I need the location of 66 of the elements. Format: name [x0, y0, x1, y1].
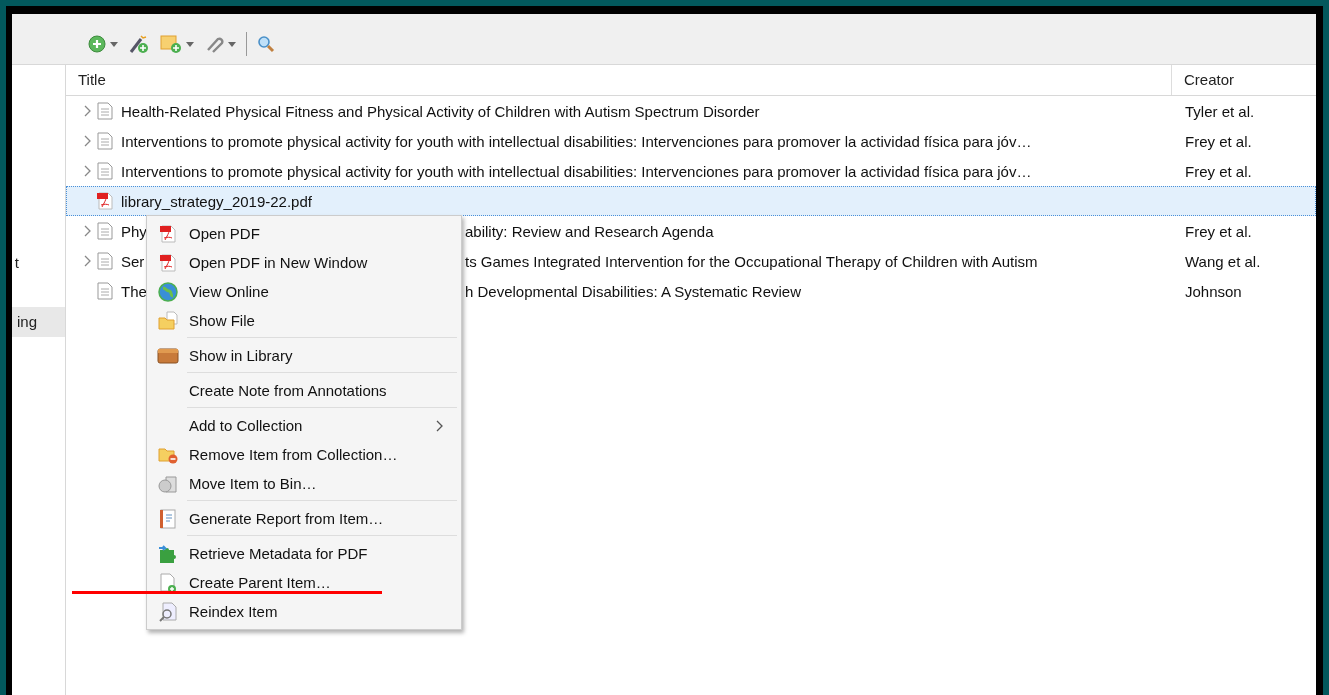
menu-item[interactable]: Show File — [147, 306, 461, 335]
column-header[interactable]: Creator — [1172, 65, 1316, 95]
item-creator: Wang et al. — [1185, 252, 1261, 270]
item-title: Interventions to promote physical activity for youth with intellectual disabilities: Intervenciones para promover la actividad física para jóv… — [121, 132, 1032, 150]
folder-minus-icon — [158, 445, 178, 464]
selected-item-row[interactable]: library_strategy_2019-22.pdf — [66, 186, 1316, 216]
menu-item[interactable]: Add to Collection — [147, 411, 461, 440]
item-creator: Frey et al. — [1185, 132, 1252, 150]
bin-icon — [158, 473, 178, 494]
expand-chevron-icon[interactable] — [84, 165, 91, 177]
report-icon — [159, 508, 177, 529]
item-creator: Frey et al. — [1185, 222, 1252, 240]
folder-file-icon — [158, 310, 178, 331]
document-icon — [97, 252, 113, 270]
item-creator: Frey et al. — [1185, 162, 1252, 180]
add-by-identifier-button[interactable] — [128, 34, 150, 54]
dropdown-caret-icon[interactable] — [110, 42, 118, 47]
menu-item[interactable]: Open PDF in New Window — [147, 248, 461, 277]
menu-item[interactable]: Open PDF — [147, 219, 461, 248]
new-note-button[interactable] — [160, 34, 194, 54]
item-title: h Developmental Disabilities: A Systematic Review — [465, 282, 801, 300]
item-title: Health-Related Physical Fitness and Physical Activity of Children with Autism Spectrum Disorder — [121, 102, 760, 120]
document-icon — [97, 162, 113, 180]
item-title: Phy — [121, 222, 147, 240]
document-icon — [97, 222, 113, 240]
menu-item[interactable]: Show in Library — [147, 341, 461, 370]
pdf-file-icon — [160, 253, 176, 272]
item-title: The — [121, 282, 147, 300]
item-creator: Tyler et al. — [1185, 102, 1255, 120]
menu-item[interactable]: Move Item to Bin… — [147, 469, 461, 498]
menu-item[interactable]: Reindex Item — [147, 597, 461, 626]
pdf-file-icon — [160, 224, 176, 243]
collection-item[interactable]: ing — [12, 307, 65, 337]
item-title: ability: Review and Research Agenda — [465, 222, 714, 240]
item-creator: Johnson — [1185, 282, 1242, 300]
expand-chevron-icon[interactable] — [84, 255, 91, 267]
item-title: Interventions to promote physical activity for youth with intellectual disabilities: Intervenciones para promover la actividad física para jóv… — [121, 162, 1032, 180]
menu-item[interactable]: Retrieve Metadata for PDF — [147, 539, 461, 568]
menu-item[interactable]: Create Note from Annotations — [147, 376, 461, 405]
puzzle-icon — [158, 543, 178, 564]
expand-chevron-icon[interactable] — [84, 135, 91, 147]
document-icon — [97, 132, 113, 150]
item-title: Ser — [121, 252, 145, 270]
collection-item[interactable]: t — [12, 248, 65, 278]
pdf-file-icon — [97, 192, 113, 210]
expand-chevron-icon[interactable] — [84, 225, 91, 237]
document-icon — [97, 102, 113, 120]
expand-chevron-icon[interactable] — [84, 105, 91, 117]
document-icon — [97, 282, 113, 300]
menu-item[interactable]: View Online — [147, 277, 461, 306]
menu-item[interactable]: Generate Report from Item… — [147, 504, 461, 533]
new-item-button[interactable] — [88, 35, 118, 53]
menu-item[interactable]: Create Parent Item… — [147, 568, 461, 597]
submenu-chevron-icon — [436, 420, 443, 432]
item-title: ts Games Integrated Intervention for the Occupational Therapy of Children with Autism — [465, 252, 1038, 270]
globe-icon — [158, 281, 178, 302]
dropdown-caret-icon[interactable] — [228, 42, 236, 47]
menu-item[interactable]: Remove Item from Collection… — [147, 440, 461, 469]
column-header[interactable]: Title — [66, 65, 1172, 95]
item-title: library_strategy_2019-22.pdf — [121, 192, 312, 210]
document-search-icon — [159, 601, 177, 622]
library-box-icon — [157, 346, 179, 365]
attachment-button[interactable] — [204, 35, 236, 53]
search-button[interactable] — [257, 35, 275, 53]
document-plus-icon — [159, 572, 177, 593]
dropdown-caret-icon[interactable] — [186, 42, 194, 47]
